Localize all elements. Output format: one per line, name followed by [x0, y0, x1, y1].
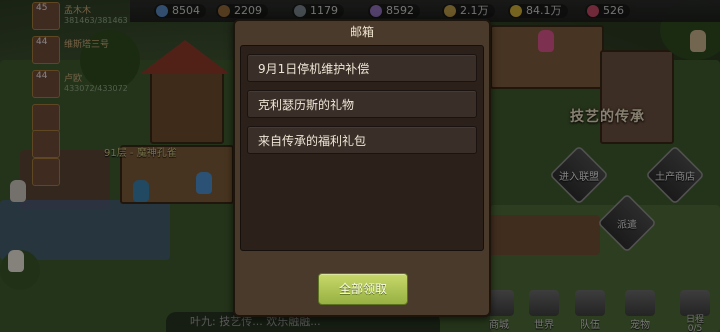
claim-all-button[interactable]: 全部领取 [318, 273, 408, 305]
mail-item[interactable]: 9月1日停机维护补偿 [247, 54, 477, 82]
mail-list: 9月1日停机维护补偿 克利瑟历斯的礼物 来自传承的福利礼包 [240, 45, 484, 251]
mail-item[interactable]: 克利瑟历斯的礼物 [247, 90, 477, 118]
mailbox-title: 邮箱 [349, 25, 374, 39]
mailbox-dialog: 邮箱 9月1日停机维护补偿 克利瑟历斯的礼物 来自传承的福利礼包 全部领取 [233, 19, 491, 317]
mail-item[interactable]: 来自传承的福利礼包 [247, 126, 477, 154]
